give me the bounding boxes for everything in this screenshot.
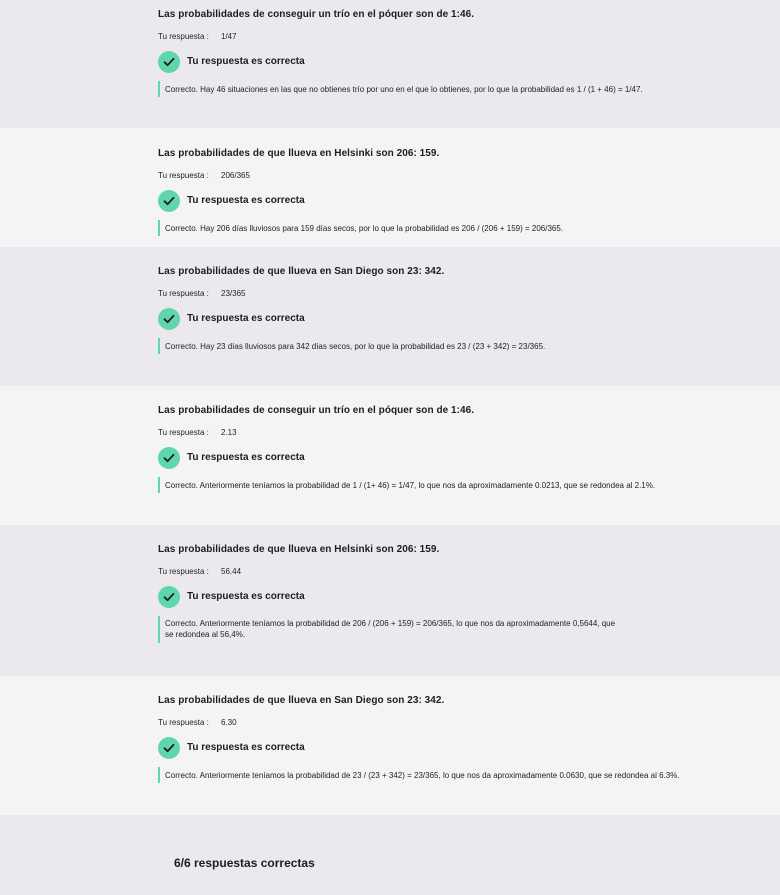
answer-label: Tu respuesta : xyxy=(158,718,209,727)
answer-label: Tu respuesta : xyxy=(158,171,209,180)
question-title: Las probabilidades de que llueva en Hels… xyxy=(158,544,440,555)
result-row: Tu respuesta es correcta xyxy=(158,51,720,73)
question-card-6: Las probabilidades de que llueva en San … xyxy=(0,676,780,815)
check-icon xyxy=(158,308,180,330)
result-status: Tu respuesta es correcta xyxy=(187,742,305,753)
quiz-results-page: Las probabilidades de conseguir un trío … xyxy=(0,0,780,895)
explanation: Correcto. Anteriormente teníamos la prob… xyxy=(158,616,720,643)
answer-row: Tu respuesta : 2.13 xyxy=(158,427,720,439)
check-icon xyxy=(158,737,180,759)
answer-value: 56.44 xyxy=(221,567,242,576)
answer-label: Tu respuesta : xyxy=(158,32,209,41)
question-title: Las probabilidades de que llueva en San … xyxy=(158,266,445,277)
question-card-3: Las probabilidades de que llueva en San … xyxy=(0,247,780,386)
answer-label: Tu respuesta : xyxy=(158,567,209,576)
check-icon xyxy=(158,586,180,608)
question-title: Las probabilidades de que llueva en Hels… xyxy=(158,148,440,159)
result-row: Tu respuesta es correcta xyxy=(158,586,720,608)
answer-value: 1/47 xyxy=(221,32,237,41)
result-status: Tu respuesta es correcta xyxy=(187,56,305,67)
explanation: Correcto. Anteriormente teníamos la prob… xyxy=(158,477,720,493)
answer-label: Tu respuesta : xyxy=(158,428,209,437)
result-status: Tu respuesta es correcta xyxy=(187,313,305,324)
question-card-1: Las probabilidades de conseguir un trío … xyxy=(0,0,780,128)
result-status: Tu respuesta es correcta xyxy=(187,452,305,463)
answer-row: Tu respuesta : 56.44 xyxy=(158,566,720,578)
answer-value: 6.30 xyxy=(221,718,237,727)
result-row: Tu respuesta es correcta xyxy=(158,737,720,759)
check-icon xyxy=(158,190,180,212)
score-summary: 6/6 respuestas correctas xyxy=(174,856,315,870)
answer-label: Tu respuesta : xyxy=(158,289,209,298)
explanation: Correcto. Anteriormente teníamos la prob… xyxy=(158,767,720,783)
answer-row: Tu respuesta : 23/365 xyxy=(158,288,720,300)
result-row: Tu respuesta es correcta xyxy=(158,190,720,212)
answer-row: Tu respuesta : 1/47 xyxy=(158,31,720,43)
check-icon xyxy=(158,51,180,73)
check-icon xyxy=(158,447,180,469)
explanation: Correcto. Hay 23 días lluviosos para 342… xyxy=(158,338,720,354)
explanation: Correcto. Hay 206 días lluviosos para 15… xyxy=(158,220,720,236)
answer-row: Tu respuesta : 6.30 xyxy=(158,717,720,729)
question-card-4: Las probabilidades de conseguir un trío … xyxy=(0,386,780,525)
result-row: Tu respuesta es correcta xyxy=(158,308,720,330)
answer-row: Tu respuesta : 206/365 xyxy=(158,170,720,182)
question-card-5: Las probabilidades de que llueva en Hels… xyxy=(0,525,780,676)
result-row: Tu respuesta es correcta xyxy=(158,447,720,469)
question-card-2: Las probabilidades de que llueva en Hels… xyxy=(0,128,780,247)
answer-value: 2.13 xyxy=(221,428,237,437)
answer-value: 23/365 xyxy=(221,289,246,298)
question-title: Las probabilidades de que llueva en San … xyxy=(158,695,445,706)
result-status: Tu respuesta es correcta xyxy=(187,195,305,206)
question-title: Las probabilidades de conseguir un trío … xyxy=(158,9,475,20)
answer-value: 206/365 xyxy=(221,171,250,180)
explanation: Correcto. Hay 46 situaciones en las que … xyxy=(158,81,720,97)
result-status: Tu respuesta es correcta xyxy=(187,591,305,602)
question-title: Las probabilidades de conseguir un trío … xyxy=(158,405,475,416)
